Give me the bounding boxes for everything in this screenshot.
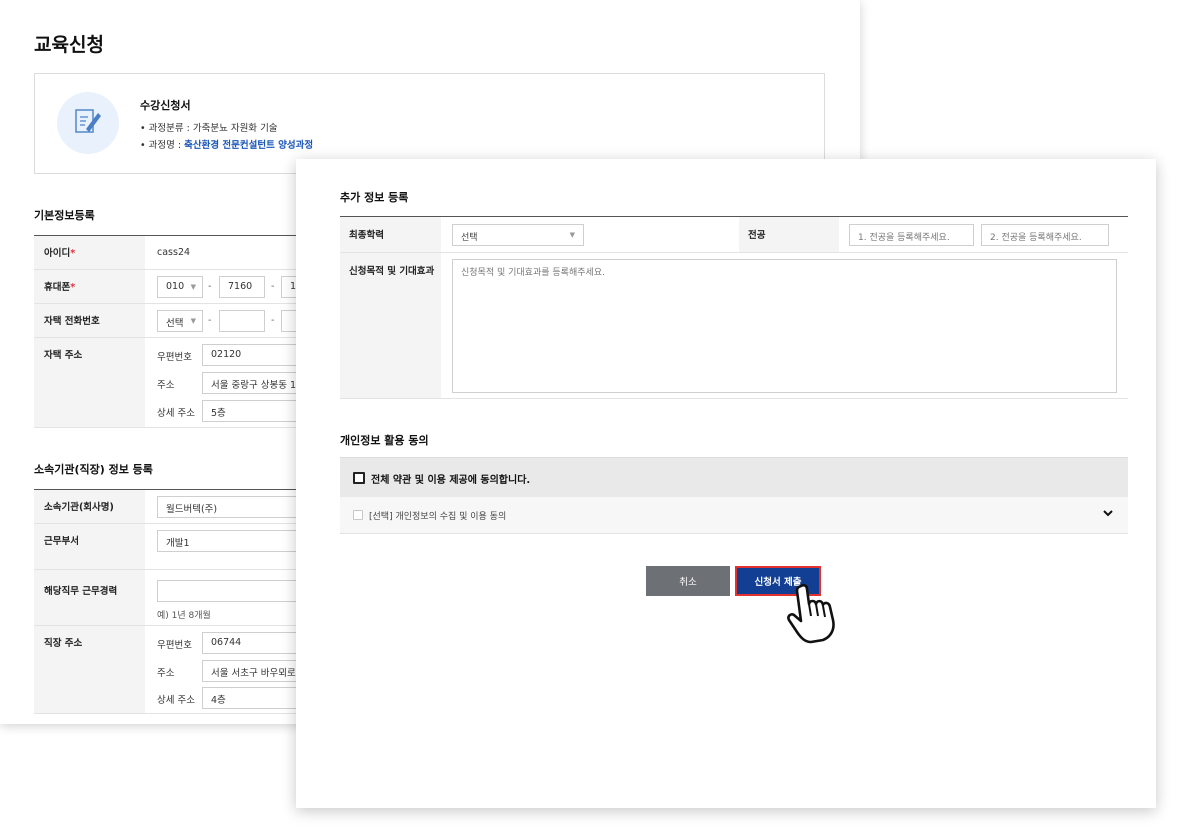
- home-address-row: 자택 주소 우편번호 02120 주소 서울 중랑구 상봉동 13 상세 주소 …: [34, 338, 342, 428]
- course-card-title: 수강신청서: [140, 99, 191, 112]
- phone-prefix-select[interactable]: 010 ▼: [157, 276, 203, 298]
- chevron-down-icon: ▼: [190, 317, 196, 325]
- phone-mid-input[interactable]: 7160: [219, 276, 265, 298]
- chevron-down-icon: ▼: [569, 231, 575, 239]
- course-name: • 과정명 : 축산환경 전문컨설턴트 양성과정: [140, 140, 314, 151]
- privacy-consent-item[interactable]: [선택] 개인정보의 수집 및 이용 동의: [340, 497, 1128, 534]
- career-hint: 예) 1년 8개월: [157, 611, 211, 621]
- extra-info-table: 최종학력 선택▼ 전공 전공 1. 전공을 등록해주세요. 2. 전공을 등록해…: [340, 216, 1128, 399]
- privacy-title: 개인정보 활용 동의: [340, 434, 429, 447]
- purpose-textarea[interactable]: 신청목적 및 기대효과를 등록해주세요.: [452, 259, 1117, 393]
- education-major-row: 최종학력 선택▼ 전공 전공 1. 전공을 등록해주세요. 2. 전공을 등록해…: [340, 217, 1128, 253]
- id-row: 아이디* cass24: [34, 236, 334, 270]
- id-value: cass24: [157, 247, 191, 258]
- org-info-table: 소속기관(회사명) 월드버텍(주) 근무부서 개발1 해당직무 근무경력 예) …: [34, 489, 342, 714]
- extra-info-modal: 추가 정보 등록 최종학력 선택▼ 전공 전공 1. 전공을 등록해주세요. 2…: [296, 159, 1156, 808]
- page-title: 교육신청: [34, 34, 104, 56]
- document-edit-icon: [57, 92, 119, 154]
- home-phone-prefix-select[interactable]: 선택 ▼: [157, 310, 203, 332]
- cancel-button[interactable]: 취소: [646, 566, 730, 596]
- basic-info-title: 기본정보등록: [34, 209, 95, 222]
- work-address-row: 직장 주소 우편번호 06744 주소 서울 서초구 바우뫼로 상세 주소 4층: [34, 626, 342, 714]
- extra-info-title: 추가 정보 등록: [340, 191, 409, 204]
- education-select[interactable]: 선택 ▼: [452, 224, 584, 246]
- privacy-consent-label: [선택] 개인정보의 수집 및 이용 동의: [369, 512, 507, 522]
- major1-input[interactable]: 1. 전공을 등록해주세요.: [849, 224, 974, 246]
- agree-all-label: 전체 약관 및 이용 제공에 동의합니다.: [371, 475, 531, 486]
- home-phone-mid-input[interactable]: [219, 310, 265, 332]
- career-row: 해당직무 근무경력 예) 1년 8개월: [34, 570, 337, 626]
- basic-info-table: 아이디* cass24 휴대폰* 010 ▼ - 7160 - 1 자택 전화번호…: [34, 235, 342, 428]
- chevron-down-icon: ▼: [190, 283, 196, 291]
- privacy-consent-checkbox[interactable]: [353, 510, 363, 520]
- phone-row: 휴대폰* 010 ▼ - 7160 - 1: [34, 270, 341, 304]
- chevron-down-icon[interactable]: [1102, 507, 1114, 522]
- course-category: • 과정분류 : 가축분뇨 자원화 기술: [140, 123, 278, 134]
- dept-row: 근무부서 개발1: [34, 524, 337, 570]
- agree-all-checkbox[interactable]: [353, 472, 365, 484]
- org-row: 소속기관(회사명) 월드버텍(주): [34, 490, 337, 524]
- home-phone-row: 자택 전화번호 선택 ▼ - -: [34, 304, 341, 338]
- org-info-title: 소속기관(직장) 정보 등록: [34, 463, 153, 476]
- major2-input[interactable]: 2. 전공을 등록해주세요.: [981, 224, 1109, 246]
- agree-all-bar[interactable]: 전체 약관 및 이용 제공에 동의합니다.: [340, 457, 1128, 497]
- purpose-row: 신청목적 및 기대효과 신청목적 및 기대효과를 등록해주세요.: [340, 253, 1128, 399]
- major-label-cell: 전공: [739, 217, 839, 252]
- pointer-hand-icon: [787, 582, 851, 647]
